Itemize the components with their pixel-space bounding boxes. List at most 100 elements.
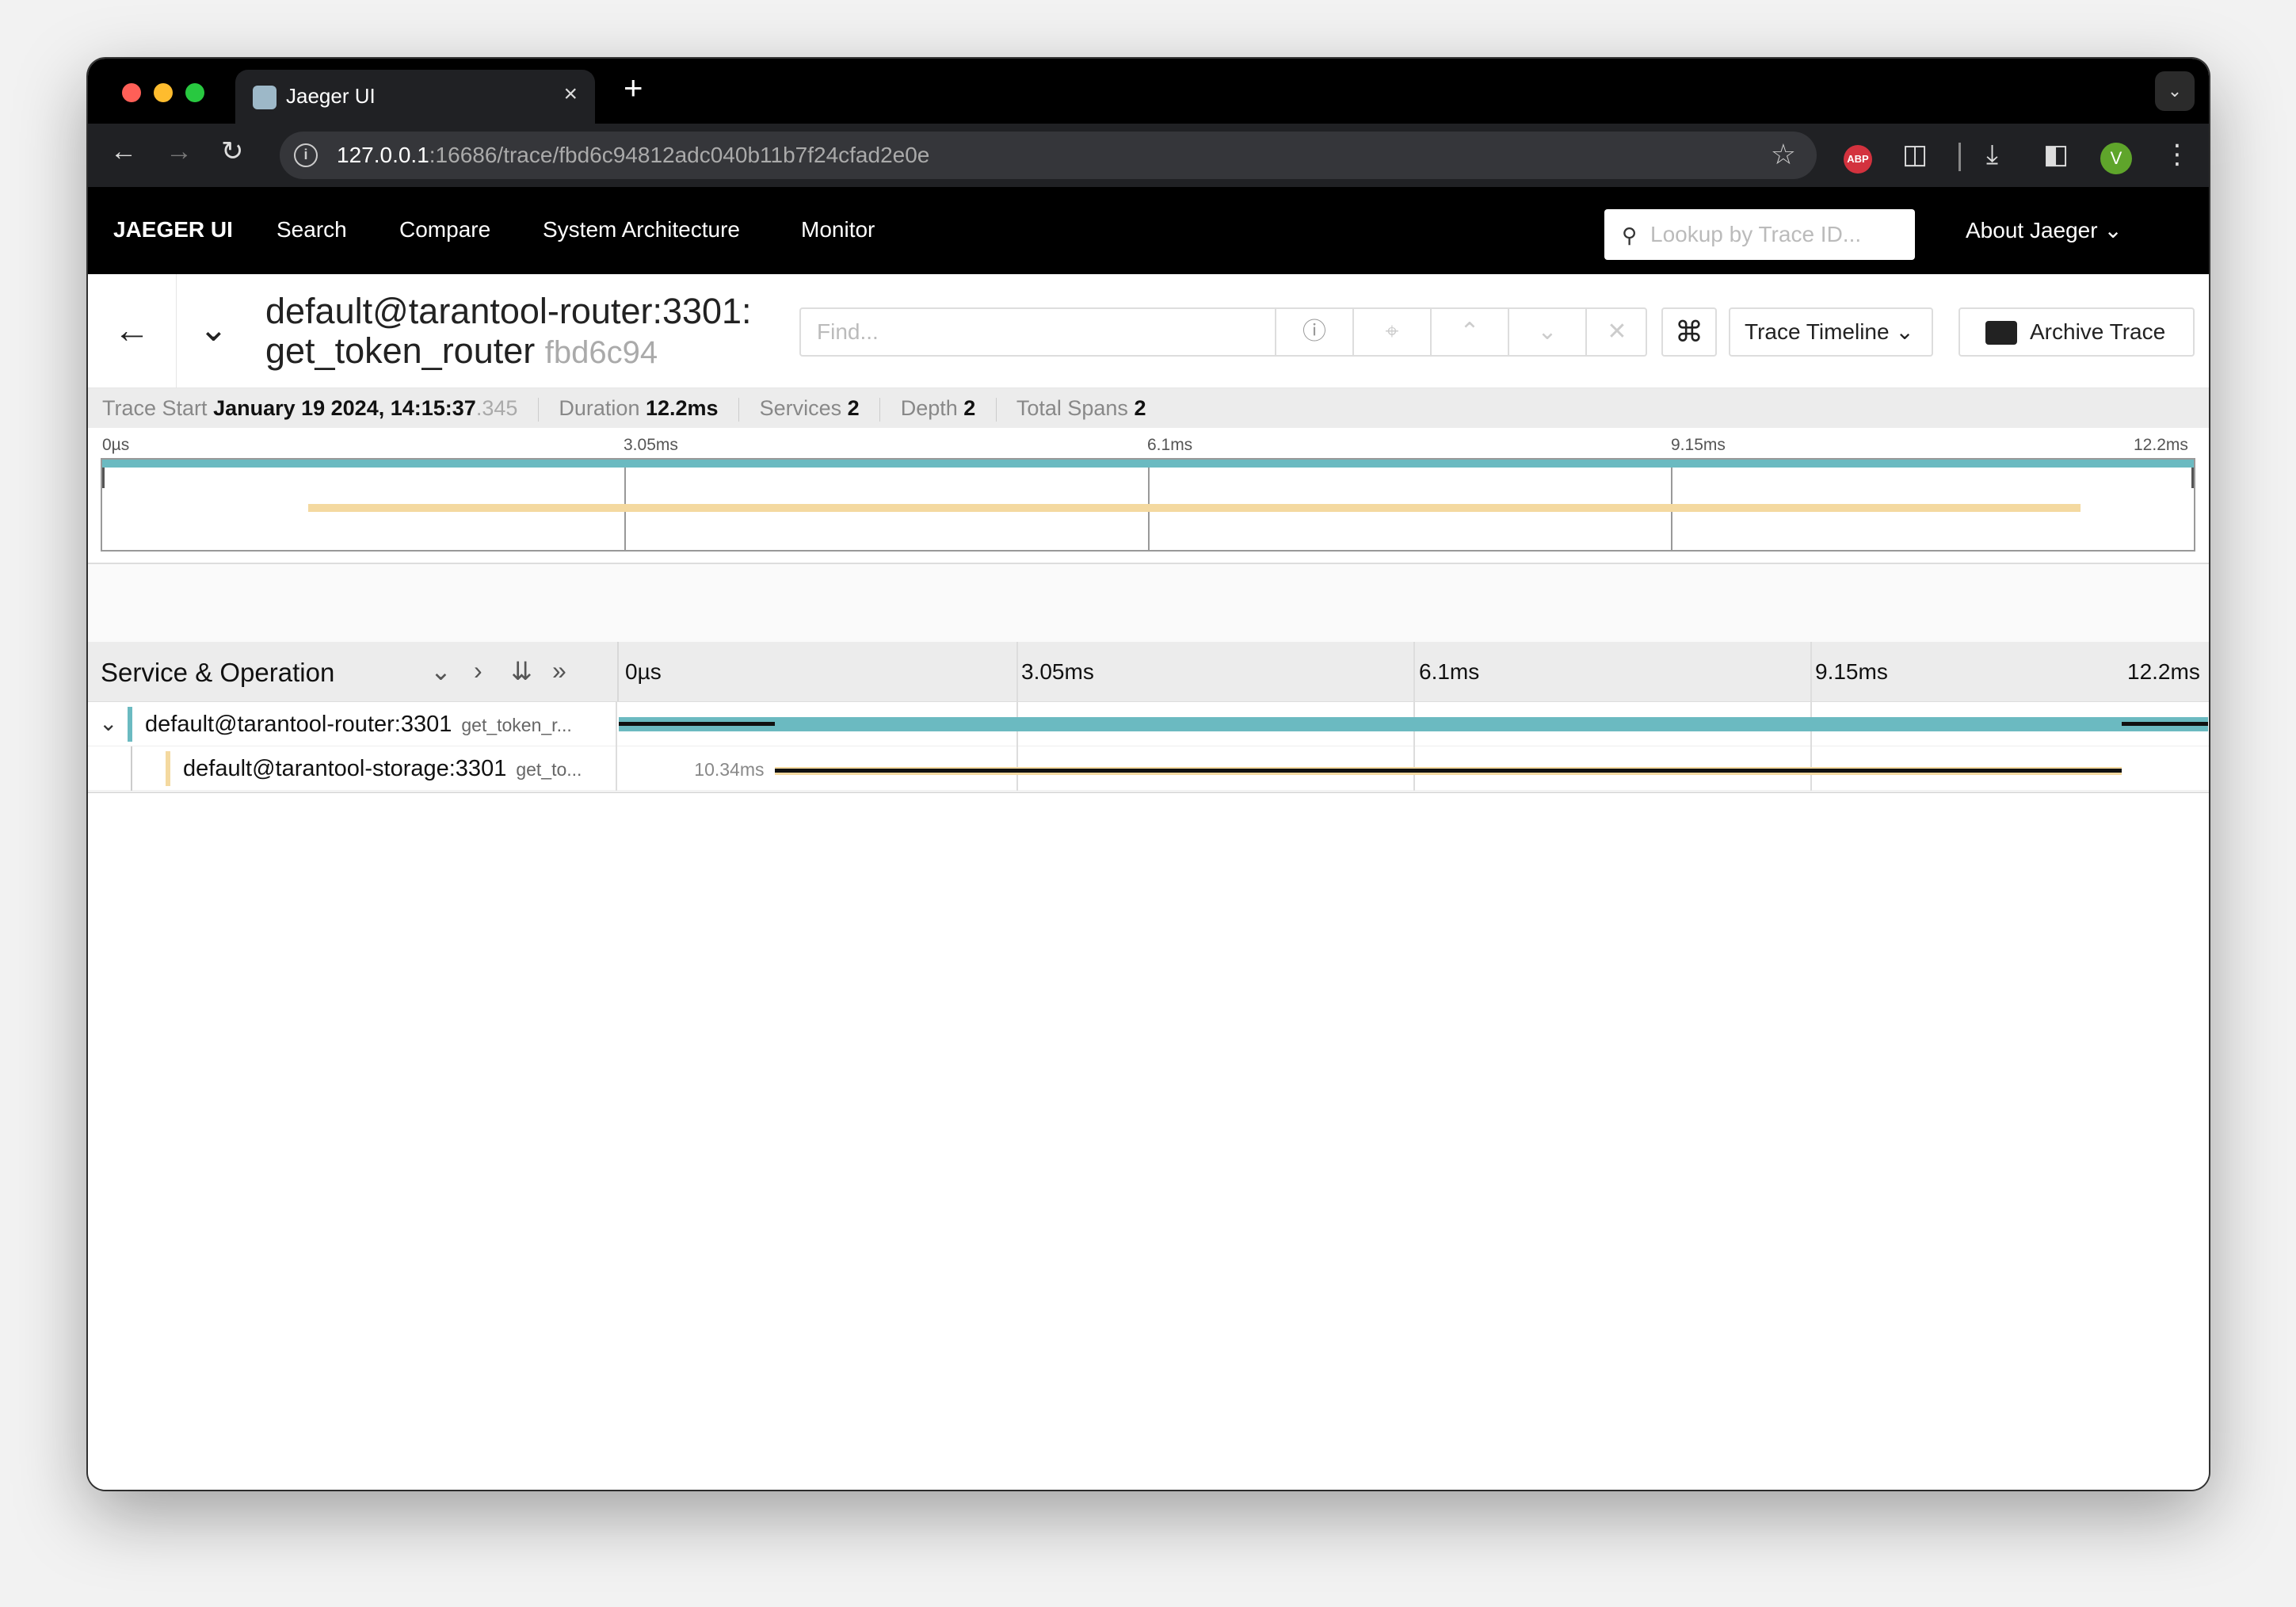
minimap-spacer xyxy=(88,564,2209,642)
span-service-name: default@tarantool-storage:3301 get_to... xyxy=(183,756,582,781)
minimize-window-button[interactable] xyxy=(154,83,173,102)
span-toggle-chevron-down-icon[interactable]: ⌄ xyxy=(99,710,117,736)
back-arrow-icon[interactable]: ← xyxy=(110,138,137,165)
trace-id-lookup-input[interactable] xyxy=(1650,209,1904,260)
toolbar-separator xyxy=(1958,143,1961,171)
span-self-time-line xyxy=(775,769,2122,773)
jaeger-top-nav: JAEGER UI Search Compare System Architec… xyxy=(88,187,2209,274)
expand-all-double-chevron-right-icon[interactable]: » xyxy=(552,656,566,685)
extensions-puzzle-icon[interactable]: ◫ xyxy=(1902,141,1928,168)
total-spans-value: 2 xyxy=(1134,396,1146,420)
site-info-icon[interactable]: i xyxy=(294,143,318,167)
service-operation-title: Service & Operation xyxy=(101,658,335,687)
nav-monitor-link[interactable]: Monitor xyxy=(801,217,875,242)
nav-system-architecture-link[interactable]: System Architecture xyxy=(543,217,740,242)
trace-start-value: January 19 2024, 14:15:37 xyxy=(213,396,476,420)
collapse-header-chevron-icon[interactable]: ⌄ xyxy=(199,309,228,349)
back-arrow-icon: ← xyxy=(113,309,151,350)
summary-divider xyxy=(995,397,997,422)
trace-short-id: fbd6c94 xyxy=(544,335,658,370)
archive-box-icon xyxy=(1985,321,2017,345)
tree-indent-guide xyxy=(131,746,132,791)
prev-result-chevron-up-icon[interactable]: ⌃ xyxy=(1430,309,1508,355)
trace-view-mode-dropdown[interactable]: Trace Timeline ⌄ xyxy=(1729,307,1933,357)
span-row-storage[interactable]: default@tarantool-storage:3301 get_to... … xyxy=(88,746,2209,791)
back-to-search-button[interactable]: ← xyxy=(88,274,177,388)
collapse-one-chevron-down-icon[interactable]: ⌄ xyxy=(430,656,452,686)
profile-avatar[interactable]: V xyxy=(2100,143,2132,174)
chevron-down-icon: ⌄ xyxy=(1895,319,1914,344)
adblock-extension-icon[interactable]: ABP xyxy=(1844,145,1872,174)
minimap-tick: 12.2ms xyxy=(2134,436,2188,454)
browser-menu-kebab-icon[interactable]: ⋮ xyxy=(2164,141,2191,168)
browser-tab[interactable]: Jaeger UI × xyxy=(235,70,595,124)
span-operation-name: get_token_r... xyxy=(461,715,572,735)
minimap-tick: 6.1ms xyxy=(1147,436,1193,454)
maximize-window-button[interactable] xyxy=(185,83,204,102)
minimap-tick: 9.15ms xyxy=(1671,436,1726,454)
service-color-bar xyxy=(128,707,132,742)
tab-title: Jaeger UI xyxy=(286,84,376,108)
nav-compare-link[interactable]: Compare xyxy=(399,217,490,242)
download-icon[interactable]: ⤓ xyxy=(1986,141,1998,168)
minimap-span-bar-router xyxy=(102,460,2194,468)
trace-title-operation: get_token_router xyxy=(265,330,536,371)
trace-start-label: Trace Start xyxy=(102,396,208,420)
browser-toolbar: ← → ↻ i 127.0.0.1:16686/trace/fbd6c94812… xyxy=(88,124,2209,187)
column-resizer[interactable] xyxy=(617,642,619,701)
chevron-down-icon: ⌄ xyxy=(2103,218,2122,242)
collapse-all-double-chevron-down-icon[interactable]: ⇊ xyxy=(511,656,532,686)
timeline-gridline xyxy=(1810,642,1812,702)
trace-minimap[interactable]: 0µs 3.05ms 6.1ms 9.15ms 12.2ms xyxy=(88,428,2209,564)
span-row-router[interactable]: ⌄ default@tarantool-router:3301 get_token… xyxy=(88,702,2209,746)
minimap-canvas[interactable] xyxy=(101,458,2195,552)
trace-page-header: ← ⌄ default@tarantool-router:3301: get_t… xyxy=(88,274,2209,388)
new-tab-button[interactable]: + xyxy=(624,71,643,105)
timeline-gridline xyxy=(1413,642,1415,702)
bookmark-star-icon[interactable]: ☆ xyxy=(1771,138,1796,171)
next-result-chevron-down-icon[interactable]: ⌄ xyxy=(1508,309,1585,355)
jaeger-brand-link[interactable]: JAEGER UI xyxy=(113,217,233,242)
duration-value: 12.2ms xyxy=(645,396,719,420)
trace-title-service: default@tarantool-router:3301: xyxy=(265,291,752,331)
total-spans-label: Total Spans xyxy=(1016,396,1128,420)
url-text[interactable]: 127.0.0.1:16686/trace/fbd6c94812adc040b1… xyxy=(337,143,929,168)
clear-search-close-icon[interactable]: ✕ xyxy=(1585,309,1647,355)
jaeger-favicon-icon xyxy=(253,86,277,109)
tab-search-chevron-icon[interactable]: ⌄ xyxy=(2155,71,2195,111)
browser-tab-bar: Jaeger UI × + ⌄ xyxy=(88,59,2209,124)
span-row-label[interactable]: ⌄ default@tarantool-router:3301 get_token… xyxy=(88,702,617,746)
nav-search-link[interactable]: Search xyxy=(277,217,347,242)
archive-trace-button[interactable]: Archive Trace xyxy=(1958,307,2195,357)
summary-divider xyxy=(738,397,740,422)
timeline-tick: 0µs xyxy=(625,659,662,684)
side-panel-icon[interactable]: ◧ xyxy=(2043,141,2069,168)
find-input[interactable] xyxy=(817,309,1261,355)
keyboard-shortcuts-command-icon[interactable]: ⌘ xyxy=(1661,307,1717,357)
span-self-time-line xyxy=(2122,722,2208,726)
span-service-name: default@tarantool-router:3301 get_token_r… xyxy=(145,712,572,737)
services-label: Services xyxy=(759,396,842,420)
tab-close-icon[interactable]: × xyxy=(563,81,578,108)
timeline-tick: 3.05ms xyxy=(1021,659,1094,684)
expand-one-chevron-right-icon[interactable]: › xyxy=(474,656,482,685)
close-window-button[interactable] xyxy=(122,83,141,102)
span-duration-label: 10.34ms xyxy=(694,759,765,780)
timeline-header: Service & Operation ⌄ › ⇊ » 0µs 3.05ms 6… xyxy=(88,642,2209,702)
span-bar-router[interactable] xyxy=(619,717,2208,731)
span-row-label[interactable]: default@tarantool-storage:3301 get_to... xyxy=(88,746,617,791)
search-icon: ⚲ xyxy=(1622,223,1638,247)
summary-divider xyxy=(879,397,881,422)
summary-divider xyxy=(537,397,539,422)
find-help-icon[interactable]: ⓘ xyxy=(1275,309,1352,355)
trace-id-lookup: ⚲ xyxy=(1604,209,1915,260)
reload-icon[interactable]: ↻ xyxy=(221,138,244,165)
browser-window: Jaeger UI × + ⌄ ← → ↻ i 127.0.0.1:16686/… xyxy=(88,59,2209,1490)
forward-arrow-icon[interactable]: → xyxy=(166,138,193,165)
locate-span-icon[interactable]: ⌖ xyxy=(1352,309,1430,355)
service-color-bar xyxy=(166,751,170,786)
about-jaeger-dropdown[interactable]: About Jaeger ⌄ xyxy=(1966,217,2122,243)
address-bar[interactable]: i 127.0.0.1:16686/trace/fbd6c94812adc040… xyxy=(280,132,1817,179)
depth-label: Depth xyxy=(900,396,958,420)
archive-trace-label: Archive Trace xyxy=(2030,319,2166,344)
